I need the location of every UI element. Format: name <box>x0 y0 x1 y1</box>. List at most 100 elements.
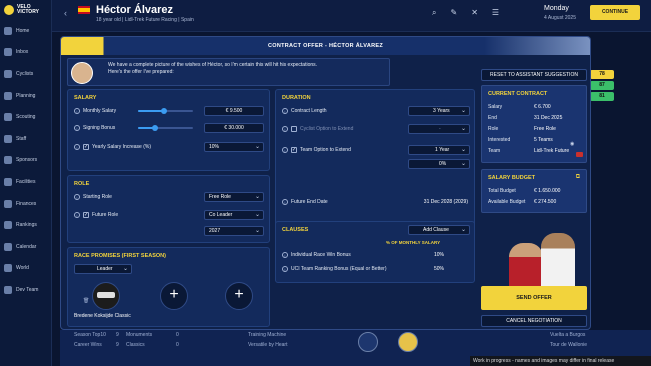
sidebar-item-calendar[interactable]: Calendar <box>0 236 51 258</box>
sidebar-item-staff[interactable]: Staff <box>0 128 51 150</box>
info-icon[interactable]: i <box>282 126 288 132</box>
sidebar-item-label: Cyclists <box>16 70 34 77</box>
add-clause-select[interactable]: Add Clause ⌄ <box>408 225 470 235</box>
info-value: 5 Teams <box>534 137 553 143</box>
team-logo-icon <box>576 152 583 157</box>
info-key: End <box>488 115 497 121</box>
rating-column: 78 87 81 <box>590 70 614 103</box>
info-icon[interactable]: i <box>74 108 80 114</box>
search-icon <box>4 113 12 122</box>
starting-role-select[interactable]: Free Role ⌄ <box>204 192 264 202</box>
sidebar-item-home[interactable]: Home <box>0 20 51 42</box>
select-value: 3 Years <box>433 108 450 114</box>
sidebar-item-scouting[interactable]: Scouting <box>0 106 51 128</box>
info-icon[interactable]: i <box>74 212 80 218</box>
logo-bottom-text: VICTORY <box>17 9 39 15</box>
search-icon[interactable]: ⌕ <box>432 8 436 18</box>
sidebar-item-inbox[interactable]: Inbox <box>0 42 51 64</box>
app-logo[interactable]: VELO VICTORY <box>0 0 51 20</box>
info-value: € 1.650.000 <box>534 188 561 194</box>
info-icon[interactable]: i <box>74 194 80 200</box>
sidebar-item-planning[interactable]: Planning <box>0 85 51 107</box>
race-promise-slot[interactable] <box>92 282 120 310</box>
info-icon[interactable]: i <box>282 108 288 114</box>
monthly-salary-input[interactable]: € 9.500 <box>204 106 264 116</box>
sidebar-item-label: Facilities <box>16 178 36 185</box>
sidebar-item-label: Staff <box>16 135 27 142</box>
info-icon[interactable]: i <box>282 266 288 272</box>
contract-length-select[interactable]: 3 Years ⌄ <box>408 106 470 116</box>
stat-value: 9 <box>116 342 119 348</box>
future-role-label: Future Role <box>92 212 119 218</box>
signing-bonus-slider[interactable] <box>138 125 193 131</box>
race-promises-title: RACE PROMISES (FIRST SEASON) <box>74 253 166 259</box>
bike-icon <box>4 69 12 78</box>
future-role-checkbox[interactable]: ✓ <box>83 212 89 218</box>
future-end-date-value: 31 Dec 2028 (2029) <box>423 199 468 205</box>
sidebar-item-world[interactable]: World <box>0 258 51 280</box>
stat-label: Season Top10 <box>74 332 106 338</box>
info-value: 31 Dec 2025 <box>534 115 563 121</box>
current-date: 4 August 2025 <box>544 15 576 21</box>
race-badge-icon[interactable] <box>358 332 378 352</box>
team-option-percent-select[interactable]: 0% ⌄ <box>408 159 470 169</box>
menu-icon[interactable]: ☰ <box>492 8 499 18</box>
external-link-icon[interactable]: ⧉ <box>576 174 580 181</box>
race-label: Tour de Wallonie <box>550 342 588 348</box>
slider-handle[interactable] <box>151 125 158 131</box>
trait-label: Versatile by Heart <box>248 342 288 348</box>
sidebar-item-finances[interactable]: Finances <box>0 193 51 215</box>
sidebar-item-sponsors[interactable]: Sponsors <box>0 150 51 172</box>
info-icon[interactable]: i <box>74 144 80 150</box>
info-key: Role <box>488 126 499 132</box>
yearly-increase-checkbox[interactable]: ✓ <box>83 144 89 150</box>
settings-icon[interactable]: ✕ <box>471 8 478 18</box>
info-value: Lidl-Trek Future <box>534 148 570 154</box>
send-offer-button[interactable]: SEND OFFER <box>481 286 587 310</box>
cancel-negotiation-button[interactable]: CANCEL NEGOTIATION <box>481 315 587 327</box>
add-race-promise-button[interactable]: + <box>225 282 253 310</box>
sidebar-item-rankings[interactable]: Rankings <box>0 214 51 236</box>
eye-icon[interactable]: ◉ <box>570 141 574 147</box>
sidebar-item-cyclists[interactable]: Cyclists <box>0 63 51 85</box>
info-icon[interactable]: i <box>282 199 288 205</box>
stat-value: 0 <box>176 332 179 338</box>
clauses-panel: CLAUSES Add Clause ⌄ % OF MONTHLY SALARY … <box>275 221 475 283</box>
starting-role-label: Starting Role <box>83 194 112 200</box>
add-race-promise-button[interactable]: + <box>160 282 188 310</box>
monthly-salary-slider[interactable] <box>138 108 193 114</box>
sidebar-item-label: Scouting <box>16 114 36 121</box>
info-icon[interactable]: i <box>282 252 288 258</box>
team-option-checkbox[interactable]: ✓ <box>291 147 297 153</box>
continue-button[interactable]: CONTINUE <box>590 5 640 20</box>
cyclist-option-select[interactable]: - ⌄ <box>408 124 470 134</box>
sidebar-item-dev-team[interactable]: Dev Team <box>0 279 51 301</box>
cyclist-option-checkbox[interactable] <box>291 126 297 132</box>
rider-figure <box>541 233 575 289</box>
trash-icon[interactable]: 🗑 <box>83 298 89 304</box>
info-icon[interactable]: i <box>74 125 80 131</box>
money-icon <box>4 199 12 208</box>
cyclist-name: Héctor Álvarez <box>96 4 174 16</box>
promise-role-select[interactable]: Leader ⌄ <box>74 264 132 274</box>
race-badge-icon[interactable] <box>398 332 418 352</box>
back-arrow-icon[interactable]: ‹ <box>64 8 67 18</box>
slider-handle[interactable] <box>161 108 168 114</box>
select-value: 2027 <box>209 228 221 234</box>
team-icon <box>4 285 12 294</box>
reset-to-assistant-button[interactable]: RESET TO ASSISTANT SUGGESTION <box>481 69 587 81</box>
signing-bonus-input[interactable]: € 30.000 <box>204 123 264 133</box>
cyclist-option-label: Cyclist Option to Extend <box>300 126 354 132</box>
future-role-select[interactable]: Co Leader ⌄ <box>204 210 264 220</box>
team-option-years-select[interactable]: 1 Year ⌄ <box>408 145 470 155</box>
edit-icon[interactable]: ✎ <box>450 8 457 18</box>
chevron-down-icon: ⌄ <box>460 147 466 153</box>
race-logo-icon <box>97 291 115 298</box>
future-end-date-label: Future End Date <box>291 199 328 205</box>
info-icon[interactable]: i <box>282 147 288 153</box>
future-role-year-select[interactable]: 2027 ⌄ <box>204 226 264 236</box>
contract-offer-dialog: CONTRACT OFFER - HÉCTOR ÁLVAREZ We have … <box>60 36 591 330</box>
sidebar-item-facilities[interactable]: Facilities <box>0 171 51 193</box>
yearly-increase-select[interactable]: 10% ⌄ <box>204 142 264 152</box>
chevron-down-icon: ⌄ <box>460 161 466 167</box>
